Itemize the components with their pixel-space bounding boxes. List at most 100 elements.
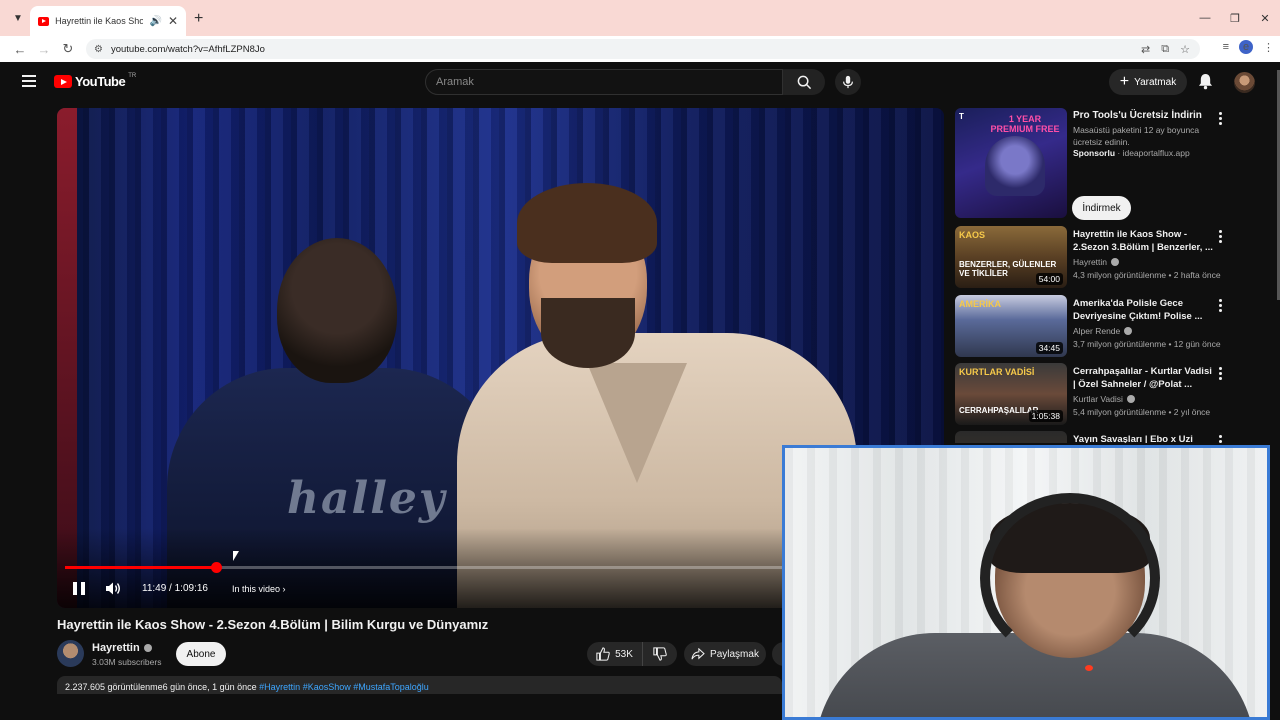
channel-line: Alper Rende bbox=[1073, 326, 1133, 336]
tab-title: Hayrettin ile Kaos Show - 2. bbox=[55, 16, 144, 26]
thumbs-down-icon bbox=[653, 647, 667, 661]
list-item[interactable]: Yayın Savaşları | Ebo x Uzi bbox=[955, 431, 1230, 443]
close-window-icon[interactable]: ✕ bbox=[1250, 0, 1280, 36]
thumbs-up-icon bbox=[596, 647, 610, 661]
video-title-link[interactable]: Cerrahpaşalılar - Kurtlar Vadisi | Özel … bbox=[1073, 365, 1213, 391]
ad-figure bbox=[985, 136, 1045, 196]
tab-search-icon[interactable]: ▼ bbox=[8, 8, 28, 28]
pause-icon[interactable] bbox=[73, 582, 85, 595]
channel-avatar[interactable] bbox=[57, 640, 84, 667]
browser-toolbar: ← → ↻ ⚙ youtube.com/watch?v=AfhfLZPN8Jo … bbox=[0, 36, 1280, 62]
channel-line: Kurtlar Vadisi bbox=[1073, 394, 1135, 404]
ad-thumb-headline: 1 YEAR PREMIUM FREE bbox=[990, 114, 1060, 134]
new-tab-icon[interactable]: + bbox=[194, 10, 203, 28]
more-options-icon[interactable] bbox=[1218, 299, 1222, 312]
browser-tab-active[interactable]: Hayrettin ile Kaos Show - 2. 🔊 ✕ bbox=[30, 6, 186, 36]
media-control-icon[interactable]: ≡ bbox=[1223, 41, 1229, 53]
ad-brand-logo-icon: T bbox=[959, 112, 964, 121]
logo-country: TR bbox=[128, 72, 137, 79]
video-thumbnail[interactable]: KAOS BENZERLER, GÜLENLER VE TİKLİLER 54:… bbox=[955, 226, 1067, 288]
video-thumbnail[interactable]: AMERİKA 34:45 bbox=[955, 295, 1067, 357]
duration-badge: 1:05:38 bbox=[1028, 410, 1063, 422]
youtube-logo[interactable]: YouTube TR bbox=[54, 72, 137, 89]
description-box[interactable]: 2.237.605 görüntülenme6 gün önce, 1 gün … bbox=[57, 676, 782, 694]
bookmark-star-icon[interactable]: ☆ bbox=[1180, 43, 1190, 56]
search-icon bbox=[797, 75, 811, 89]
ad-sponsor-line: Sponsorlu · ideaportalflux.app bbox=[1073, 148, 1190, 158]
view-meta: 4,3 milyon görüntülenme • 2 hafta önce bbox=[1073, 270, 1221, 280]
ad-thumbnail[interactable]: T 1 YEAR PREMIUM FREE bbox=[955, 108, 1067, 218]
thumb-top-text: AMERİKA bbox=[959, 299, 1001, 309]
volume-icon[interactable] bbox=[105, 581, 121, 601]
verified-badge-icon bbox=[1111, 258, 1120, 266]
chapters-label: In this video bbox=[232, 584, 281, 594]
restore-icon[interactable]: ❐ bbox=[1220, 0, 1250, 36]
more-options-icon[interactable] bbox=[1218, 435, 1222, 443]
channel-name[interactable]: Kurtlar Vadisi bbox=[1073, 394, 1123, 404]
scrubber-handle[interactable] bbox=[210, 562, 222, 573]
headset-icon bbox=[980, 493, 1160, 663]
url-text[interactable]: youtube.com/watch?v=AfhfLZPN8Jo bbox=[111, 44, 265, 55]
video-title-link[interactable]: Hayrettin ile Kaos Show - 2.Sezon 3.Bölü… bbox=[1073, 228, 1213, 254]
plus-icon: + bbox=[1119, 73, 1130, 90]
site-info-icon[interactable]: ⚙ bbox=[94, 44, 103, 55]
install-app-icon[interactable]: ⧉ bbox=[1161, 43, 1169, 56]
list-item[interactable]: KAOS BENZERLER, GÜLENLER VE TİKLİLER 54:… bbox=[955, 226, 1230, 290]
minimize-icon[interactable]: — bbox=[1190, 0, 1220, 36]
video-title-link[interactable]: Yayın Savaşları | Ebo x Uzi bbox=[1073, 433, 1213, 443]
notifications-bell-icon[interactable] bbox=[1198, 73, 1213, 95]
subscribe-button[interactable]: Abone bbox=[176, 642, 226, 666]
video-title-link[interactable]: Amerika'da Polisle Gece Devriyesine Çıkt… bbox=[1073, 297, 1213, 323]
description-hashtags[interactable]: #Hayrettin #KaosShow #MustafaTopaloğlu bbox=[259, 682, 429, 692]
more-options-icon[interactable] bbox=[1218, 112, 1222, 125]
logo-text: YouTube bbox=[75, 74, 126, 89]
profile-avatar[interactable]: e bbox=[1239, 40, 1253, 54]
channel-name: Hayrettin bbox=[92, 642, 140, 654]
reload-icon[interactable]: ↻ bbox=[56, 41, 80, 57]
share-icon bbox=[691, 648, 705, 660]
search-button[interactable] bbox=[783, 69, 825, 95]
dislike-button[interactable] bbox=[643, 642, 677, 666]
close-tab-icon[interactable]: ✕ bbox=[168, 14, 178, 28]
microphone-icon bbox=[843, 75, 853, 89]
progress-played bbox=[65, 566, 216, 569]
back-icon[interactable]: ← bbox=[8, 42, 32, 57]
video-thumbnail[interactable]: KURTLAR VADİSİ CERRAHPAŞALILAR 1:05:38 bbox=[955, 363, 1067, 425]
search-placeholder: Aramak bbox=[436, 76, 474, 88]
more-options-icon[interactable] bbox=[1218, 367, 1222, 380]
search-input[interactable]: Aramak bbox=[425, 69, 783, 95]
verified-badge-icon bbox=[1126, 395, 1135, 403]
voice-search-button[interactable] bbox=[835, 69, 861, 95]
mic-light bbox=[1085, 665, 1093, 671]
video-title: Hayrettin ile Kaos Show - 2.Sezon 4.Bölü… bbox=[57, 617, 489, 632]
like-count: 53K bbox=[615, 648, 633, 660]
forward-icon[interactable]: → bbox=[32, 42, 56, 57]
list-item[interactable]: AMERİKA 34:45 Amerika'da Polisle Gece De… bbox=[955, 295, 1230, 359]
more-options-icon[interactable] bbox=[1218, 230, 1222, 243]
chapters-button[interactable]: In this video › bbox=[232, 584, 286, 594]
hamburger-menu-icon[interactable] bbox=[22, 75, 36, 87]
shirt-print: halley bbox=[287, 473, 447, 524]
video-thumbnail[interactable] bbox=[955, 431, 1067, 443]
account-avatar[interactable] bbox=[1234, 72, 1255, 93]
create-label: Yaratmak bbox=[1134, 76, 1177, 88]
ad-description: Masaüstü paketini 12 ay boyunca ücretsiz… bbox=[1073, 125, 1200, 147]
webcam-overlay bbox=[782, 445, 1270, 720]
ad-title[interactable]: Pro Tools'u Ücretsiz İndirin bbox=[1073, 110, 1202, 121]
ad-download-button[interactable]: İndirmek bbox=[1072, 196, 1131, 220]
create-button[interactable]: + Yaratmak bbox=[1109, 69, 1187, 95]
translate-icon[interactable]: ⇄ bbox=[1141, 43, 1150, 56]
channel-name[interactable]: Alper Rende bbox=[1073, 326, 1120, 336]
channel-name-link[interactable]: Hayrettin bbox=[92, 642, 152, 654]
channel-name[interactable]: Hayrettin bbox=[1073, 257, 1107, 267]
browser-menu-icon[interactable]: ⋮ bbox=[1263, 41, 1274, 54]
view-meta: 5,4 milyon görüntülenme • 2 yıl önce bbox=[1073, 407, 1211, 417]
time-display: 11:49 / 1:09:16 bbox=[142, 583, 208, 594]
list-item[interactable]: KURTLAR VADİSİ CERRAHPAŞALILAR 1:05:38 C… bbox=[955, 363, 1230, 427]
duration-badge: 54:00 bbox=[1035, 273, 1063, 285]
speaker-icon[interactable]: 🔊 bbox=[149, 16, 161, 27]
sponsored-ad[interactable]: T 1 YEAR PREMIUM FREE Pro Tools'u Ücrets… bbox=[955, 108, 1230, 222]
address-bar[interactable]: ⚙ youtube.com/watch?v=AfhfLZPN8Jo ⇄ ⧉ ☆ bbox=[86, 39, 1200, 59]
like-button[interactable]: 53K bbox=[587, 642, 643, 666]
share-button[interactable]: Paylaşmak bbox=[684, 642, 766, 666]
